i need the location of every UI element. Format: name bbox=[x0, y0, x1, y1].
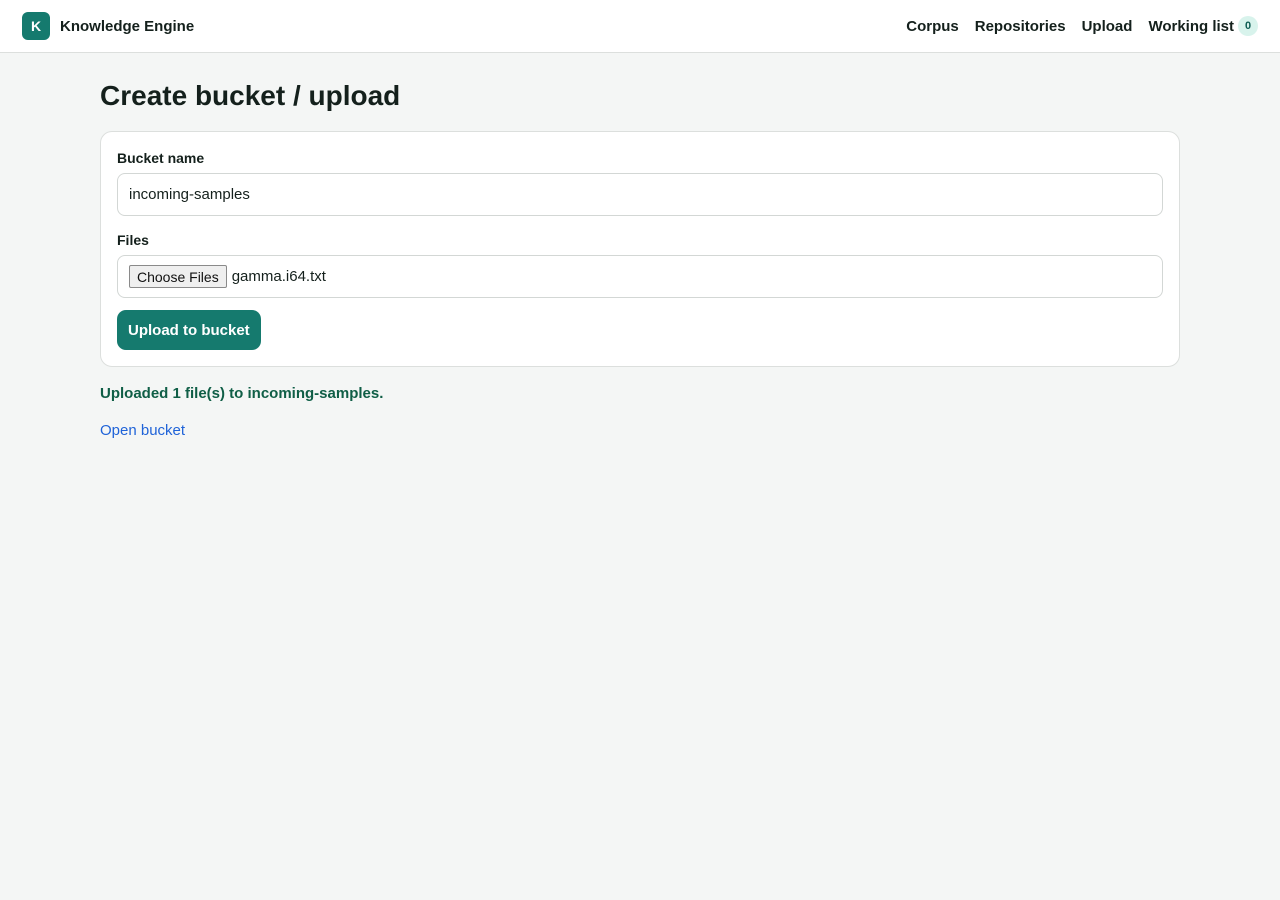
main-nav: Corpus Repositories Upload Working list … bbox=[906, 16, 1258, 36]
open-bucket-link[interactable]: Open bucket bbox=[100, 422, 185, 439]
logo-icon: K bbox=[22, 12, 50, 40]
upload-to-bucket-button[interactable]: Upload to bucket bbox=[117, 310, 261, 350]
brand[interactable]: K Knowledge Engine bbox=[22, 12, 194, 40]
top-bar: K Knowledge Engine Corpus Repositories U… bbox=[0, 0, 1280, 53]
app-name: Knowledge Engine bbox=[60, 17, 195, 35]
files-label: Files bbox=[117, 232, 149, 248]
bucket-name-input[interactable] bbox=[117, 173, 1163, 216]
files-group: Files Choose Files gamma.i64.txt bbox=[117, 232, 1163, 298]
nav-repositories[interactable]: Repositories bbox=[975, 18, 1066, 35]
nav-working-list[interactable]: Working list 0 bbox=[1148, 16, 1258, 36]
nav-upload[interactable]: Upload bbox=[1082, 18, 1133, 35]
upload-form-card: Bucket name Files Choose Files gamma.i64… bbox=[100, 131, 1180, 367]
page-title: Create bucket / upload bbox=[100, 80, 401, 111]
main-content: Create bucket / upload Bucket name Files… bbox=[0, 53, 1280, 440]
bucket-name-group: Bucket name bbox=[117, 150, 1163, 216]
choose-files-button[interactable]: Choose Files bbox=[129, 265, 227, 288]
file-input[interactable]: Choose Files gamma.i64.txt bbox=[117, 255, 1163, 298]
nav-corpus[interactable]: Corpus bbox=[906, 18, 959, 35]
working-list-count-badge: 0 bbox=[1238, 16, 1258, 36]
bucket-name-label: Bucket name bbox=[117, 150, 205, 166]
selected-file-name: gamma.i64.txt bbox=[231, 268, 326, 285]
nav-working-list-label: Working list bbox=[1148, 17, 1234, 35]
upload-success-message: Uploaded 1 file(s) to incoming-samples. bbox=[100, 385, 384, 402]
